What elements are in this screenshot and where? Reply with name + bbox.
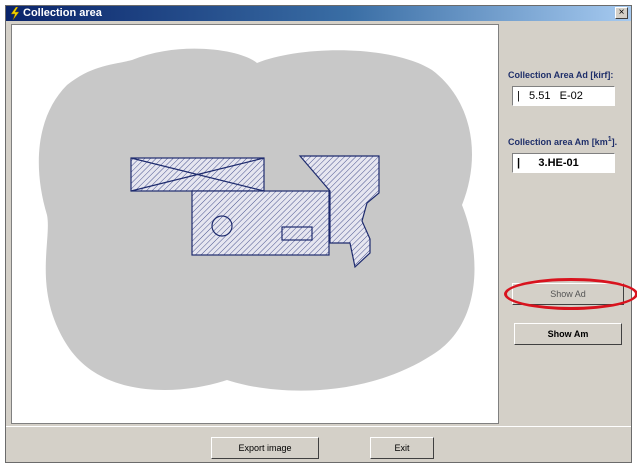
- close-button[interactable]: ×: [615, 7, 628, 19]
- structure-circle: [211, 215, 233, 237]
- window-title: Collection area: [23, 7, 102, 19]
- collection-area-window: Collection area × Collection Area Ad [ki…: [5, 5, 637, 464]
- ad-label: Collection Area Ad [kirf]:: [508, 70, 614, 80]
- structure-small-rect: [281, 226, 313, 241]
- am-value-field[interactable]: | 3.HE-01: [512, 153, 615, 173]
- am-label: Collection area Am [km1].: [508, 136, 617, 147]
- highlight-ring: [504, 278, 637, 310]
- exit-button[interactable]: Exit: [370, 437, 434, 459]
- export-image-button[interactable]: Export image: [211, 437, 319, 459]
- close-icon: ×: [618, 7, 625, 18]
- show-am-button[interactable]: Show Am: [514, 323, 622, 345]
- lightning-icon: [10, 7, 20, 20]
- bottom-bar: Export image Exit: [6, 426, 631, 464]
- am-label-main: Collection area Am [km: [508, 137, 608, 147]
- collection-area-canvas: [11, 24, 499, 424]
- am-label-end: ].: [611, 137, 618, 147]
- results-panel: Collection Area Ad [kirf]: | 5.51 E-02 C…: [502, 24, 637, 424]
- collection-area-plot: [38, 48, 475, 391]
- ad-value-field[interactable]: | 5.51 E-02: [512, 86, 615, 106]
- title-bar: Collection area ×: [6, 6, 631, 21]
